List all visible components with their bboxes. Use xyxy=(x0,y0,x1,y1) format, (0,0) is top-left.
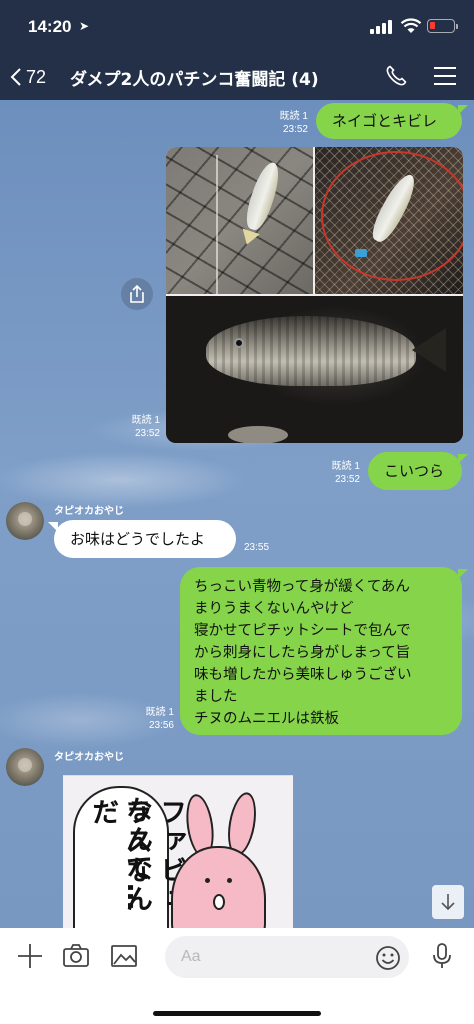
chat-header: 72 ダメプ2人のパチンコ奮闘記 (4) xyxy=(0,54,474,100)
home-indicator xyxy=(153,1011,321,1016)
location-arrow-icon: ➤ xyxy=(79,19,90,33)
message-line: チヌのムニエルは鉄板 xyxy=(194,711,339,727)
avatar[interactable] xyxy=(6,502,44,540)
photo-black-seabream[interactable] xyxy=(166,296,463,443)
sender-name: タピオカおやじ xyxy=(54,506,124,517)
photo-album[interactable] xyxy=(166,147,463,443)
read-label: 既読 1 xyxy=(279,111,308,122)
back-button[interactable]: 72 xyxy=(10,62,46,92)
chevron-left-icon xyxy=(10,68,21,86)
message-time: 23:52 xyxy=(334,474,360,485)
signal-icon xyxy=(370,20,394,34)
input-bar xyxy=(0,928,474,1024)
message-time: 23:52 xyxy=(134,428,160,439)
chat-area[interactable]: 既読 1 23:52 ネイゴとキビレ 既読 1 23:52 既読 1 23:52… xyxy=(0,100,474,928)
sticker-image[interactable]: なんて… ファビュラスなんだ xyxy=(63,775,293,928)
message-time: 23:55 xyxy=(244,542,270,553)
emoji-icon[interactable] xyxy=(375,945,401,971)
status-time: 14:20 xyxy=(28,17,72,36)
message-time: 23:52 xyxy=(282,124,308,135)
photo-fish-in-net[interactable] xyxy=(315,147,463,294)
message-meta: 既読 1 23:52 xyxy=(262,110,308,136)
sender-name: タピオカおやじ xyxy=(54,752,124,763)
share-button[interactable] xyxy=(121,278,153,310)
camera-icon[interactable] xyxy=(62,942,90,970)
read-label: 既読 1 xyxy=(331,461,360,472)
message-bubble-outgoing[interactable]: ネイゴとキビレ xyxy=(316,103,468,139)
message-text: ネイゴとキビレ xyxy=(332,112,438,130)
photo-fish-on-pavement[interactable] xyxy=(166,147,313,294)
message-time: 23:56 xyxy=(148,720,174,731)
image-icon[interactable] xyxy=(110,942,138,970)
plus-icon[interactable] xyxy=(16,942,44,970)
message-meta: 既読 1 23:52 xyxy=(114,414,160,440)
scroll-down-button[interactable] xyxy=(432,885,464,919)
message-line: 味も増したから美味しゅうござい xyxy=(194,667,412,683)
message-line: 寝かせてピチットシートで包んで xyxy=(194,623,411,639)
wifi-icon xyxy=(400,18,422,33)
message-bubble-outgoing[interactable]: ちっこい青物って身が緩くてあん まりうまくないんやけど 寝かせてピチットシートで… xyxy=(180,567,468,735)
read-label: 既読 1 xyxy=(131,415,160,426)
message-line: まりうまくないんやけど xyxy=(194,601,354,617)
message-line: ました xyxy=(194,689,238,705)
unread-count: 72 xyxy=(26,66,47,87)
top-bar: 14:20 ➤ 72 ダメプ2人のパチンコ奮闘記 (4) xyxy=(0,0,474,100)
battery-icon xyxy=(427,19,458,33)
message-bubble-incoming[interactable]: お味はどうでしたよ xyxy=(48,520,236,558)
read-label: 既読 1 xyxy=(145,707,174,718)
message-line: ちっこい青物って身が緩くてあん xyxy=(194,579,410,595)
scroll-down-arrow-icon xyxy=(441,894,455,911)
phone-icon[interactable] xyxy=(384,64,408,88)
microphone-icon[interactable] xyxy=(428,942,456,970)
chat-title: ダメプ2人のパチンコ奮闘記 (4) xyxy=(70,70,319,90)
message-meta: 既読 1 23:52 xyxy=(314,460,360,486)
message-text: お味はどうでしたよ xyxy=(70,530,206,548)
share-icon xyxy=(130,285,144,303)
avatar[interactable] xyxy=(6,748,44,786)
message-bubble-outgoing[interactable]: こいつら xyxy=(368,452,468,490)
hamburger-menu-icon[interactable] xyxy=(434,66,456,86)
status-bar: 14:20 ➤ xyxy=(0,0,474,54)
message-input[interactable] xyxy=(165,936,409,978)
message-line: から刺身にしたら身がしまって旨 xyxy=(194,645,411,661)
message-meta: 既読 1 23:56 xyxy=(128,706,174,732)
message-text: こいつら xyxy=(384,462,445,480)
